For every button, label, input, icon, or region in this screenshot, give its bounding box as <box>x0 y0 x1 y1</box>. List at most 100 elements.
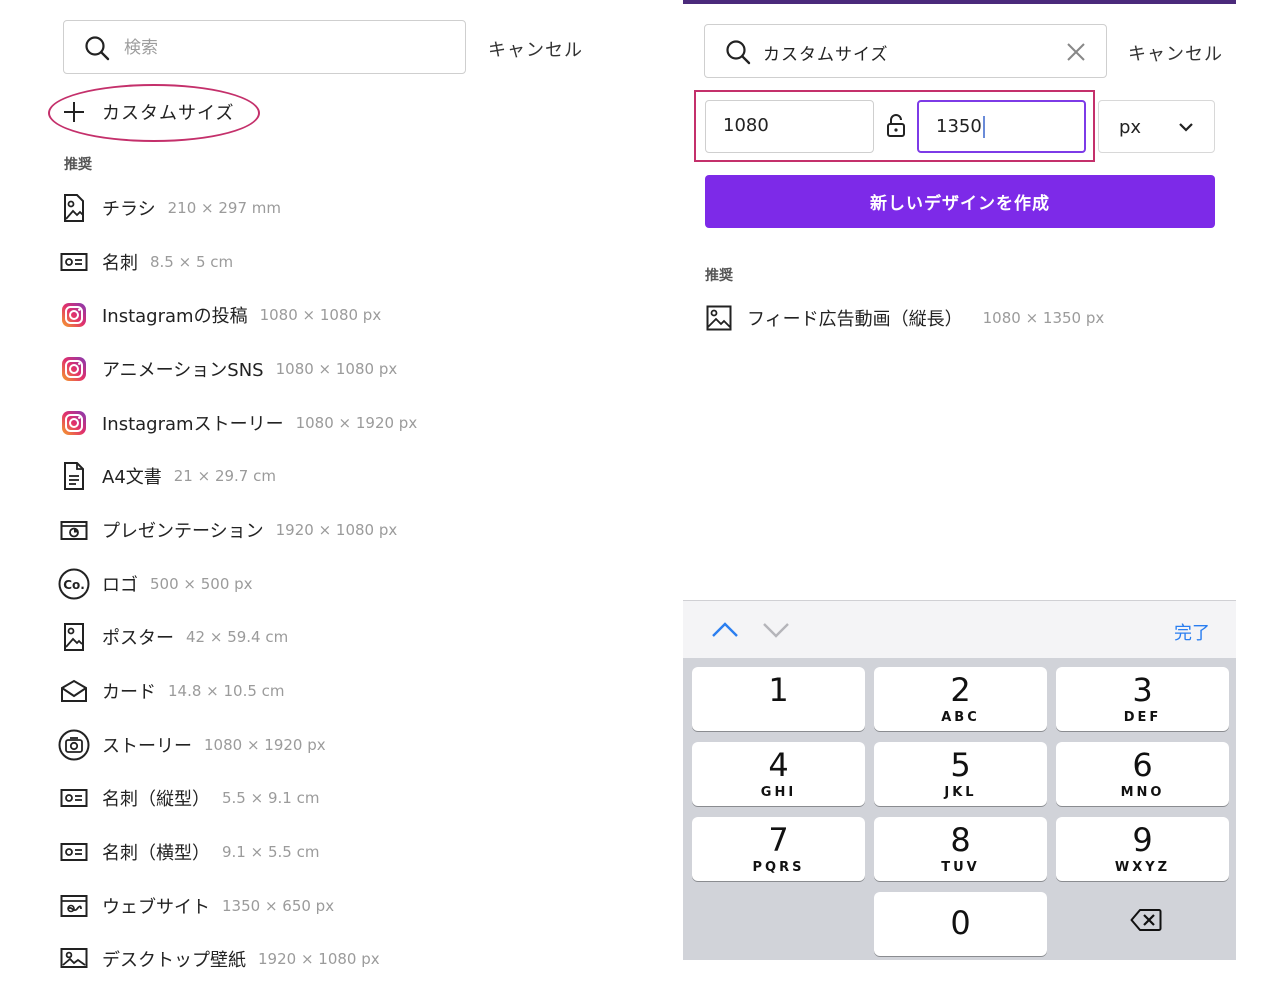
key-8[interactable]: 8 TUV <box>874 817 1047 881</box>
chevron-up-icon[interactable] <box>711 621 739 639</box>
item-dims: 21 × 29.7 cm <box>173 467 276 486</box>
list-item[interactable]: アニメーションSNS 1080 × 1080 px <box>58 342 658 396</box>
business-card-icon <box>58 782 90 814</box>
presentation-icon <box>58 514 90 546</box>
list-item[interactable]: ポスター 42 × 59.4 cm <box>58 611 658 665</box>
item-dims: 9.1 × 5.5 cm <box>222 843 320 862</box>
plus-icon <box>64 102 84 122</box>
item-name: カード <box>102 682 156 704</box>
key-digit: 2 <box>950 671 971 709</box>
chevron-down-icon <box>1179 123 1193 132</box>
list-item[interactable]: 名刺 8.5 × 5 cm <box>58 235 658 289</box>
list-item[interactable]: Instagramの投稿 1080 × 1080 px <box>58 288 658 342</box>
list-item[interactable]: 名刺（縦型） 5.5 × 9.1 cm <box>58 772 658 826</box>
logo-icon: Co. <box>58 568 90 600</box>
key-digit: 0 <box>950 904 971 942</box>
unlock-icon[interactable] <box>886 114 906 138</box>
key-2[interactable]: 2 ABC <box>874 667 1047 731</box>
item-name: チラシ <box>102 198 156 220</box>
item-name: ロゴ <box>102 574 138 596</box>
item-dims: 8.5 × 5 cm <box>150 252 234 271</box>
item-name: ウェブサイト <box>102 896 210 918</box>
business-card-icon <box>58 246 90 278</box>
item-name: 名刺（縦型） <box>102 789 210 811</box>
key-letters: ABC <box>941 710 980 725</box>
item-dims: 1080 × 1920 px <box>295 413 418 432</box>
close-icon[interactable] <box>1066 42 1086 62</box>
done-button[interactable]: 完了 <box>1174 619 1210 645</box>
unit-label: px <box>1119 117 1142 138</box>
list-item[interactable]: Instagramストーリー 1080 × 1920 px <box>58 396 658 450</box>
website-icon <box>58 890 90 922</box>
key-4[interactable]: 4 GHI <box>692 742 865 806</box>
key-digit: 5 <box>950 746 971 784</box>
instagram-icon <box>58 407 90 439</box>
desktop-wallpaper-icon <box>58 943 90 975</box>
item-name: ストーリー <box>102 735 192 757</box>
item-dims: 42 × 59.4 cm <box>186 628 289 647</box>
list-item[interactable]: ストーリー 1080 × 1920 px <box>58 718 658 772</box>
keyboard-toolbar: 完了 <box>683 600 1236 658</box>
search-box[interactable] <box>63 20 466 74</box>
key-digit: 3 <box>1132 671 1153 709</box>
search-input[interactable]: カスタムサイズ <box>763 40 889 65</box>
item-dims: 500 × 500 px <box>150 574 253 593</box>
list-item[interactable]: デスクトップ壁紙 1920 × 1080 px <box>58 933 658 986</box>
custom-size-button[interactable]: カスタムサイズ <box>62 96 234 128</box>
item-name: Instagramの投稿 <box>102 306 248 328</box>
list-item[interactable]: プレゼンテーション 1920 × 1080 px <box>58 503 658 557</box>
item-name: 名刺 <box>102 252 138 274</box>
key-7[interactable]: 7 PQRS <box>692 817 865 881</box>
instagram-icon <box>58 299 90 331</box>
item-dims: 1920 × 1080 px <box>258 950 380 969</box>
key-1[interactable]: 1 <box>692 667 865 731</box>
list-item[interactable]: フィード広告動画（縦長） 1080 × 1350 px <box>703 302 1104 334</box>
story-icon <box>58 729 90 761</box>
item-name: A4文書 <box>102 467 162 489</box>
search-box[interactable]: カスタムサイズ <box>704 24 1107 78</box>
key-3[interactable]: 3 DEF <box>1056 667 1229 731</box>
key-5[interactable]: 5 JKL <box>874 742 1047 806</box>
poster-icon <box>58 621 90 653</box>
item-dims: 1920 × 1080 px <box>275 520 398 539</box>
item-dims: 1080 × 1080 px <box>275 359 398 378</box>
design-type-list: チラシ 210 × 297 mm 名刺 8.5 × 5 cm Instagram… <box>58 181 658 986</box>
key-0[interactable]: 0 <box>874 892 1047 956</box>
cancel-button[interactable]: キャンセル <box>1128 40 1223 66</box>
width-field[interactable]: 1080 <box>705 100 874 153</box>
business-card-icon <box>58 836 90 868</box>
search-input[interactable] <box>122 31 446 65</box>
width-value: 1080 <box>723 115 769 136</box>
item-dims: 1080 × 1080 px <box>259 306 382 325</box>
key-letters: TUV <box>941 860 980 875</box>
text-caret <box>982 116 985 138</box>
item-dims: 1080 × 1920 px <box>204 735 326 754</box>
key-digit: 6 <box>1132 746 1153 784</box>
item-dims: 210 × 297 mm <box>167 198 281 217</box>
list-item[interactable]: ウェブサイト 1350 × 650 px <box>58 879 658 933</box>
section-heading: 推奨 <box>64 157 92 173</box>
cancel-button[interactable]: キャンセル <box>488 36 583 62</box>
key-6[interactable]: 6 MNO <box>1056 742 1229 806</box>
search-icon <box>85 36 110 61</box>
list-item[interactable]: チラシ 210 × 297 mm <box>58 181 658 235</box>
list-item[interactable]: 名刺（横型） 9.1 × 5.5 cm <box>58 825 658 879</box>
item-name: デスクトップ壁紙 <box>102 950 246 972</box>
list-item[interactable]: A4文書 21 × 29.7 cm <box>58 449 658 503</box>
item-name: アニメーションSNS <box>102 359 264 381</box>
height-field[interactable]: 1350 <box>917 100 1086 153</box>
custom-size-label: カスタムサイズ <box>102 103 235 124</box>
list-item[interactable]: カード 14.8 × 10.5 cm <box>58 664 658 718</box>
item-name: プレゼンテーション <box>102 520 264 542</box>
backspace-icon[interactable] <box>1130 908 1162 932</box>
key-letters: WXYZ <box>1114 860 1171 875</box>
chevron-down-icon[interactable] <box>762 621 790 639</box>
svg-text:Co.: Co. <box>63 578 85 592</box>
list-item[interactable]: Co. ロゴ 500 × 500 px <box>58 557 658 611</box>
create-design-button[interactable]: 新しいデザインを作成 <box>705 175 1215 228</box>
key-letters: DEF <box>1123 710 1162 725</box>
item-dims: 1350 × 650 px <box>222 896 335 915</box>
unit-select[interactable]: px <box>1098 100 1215 153</box>
key-9[interactable]: 9 WXYZ <box>1056 817 1229 881</box>
key-digit: 4 <box>768 746 789 784</box>
